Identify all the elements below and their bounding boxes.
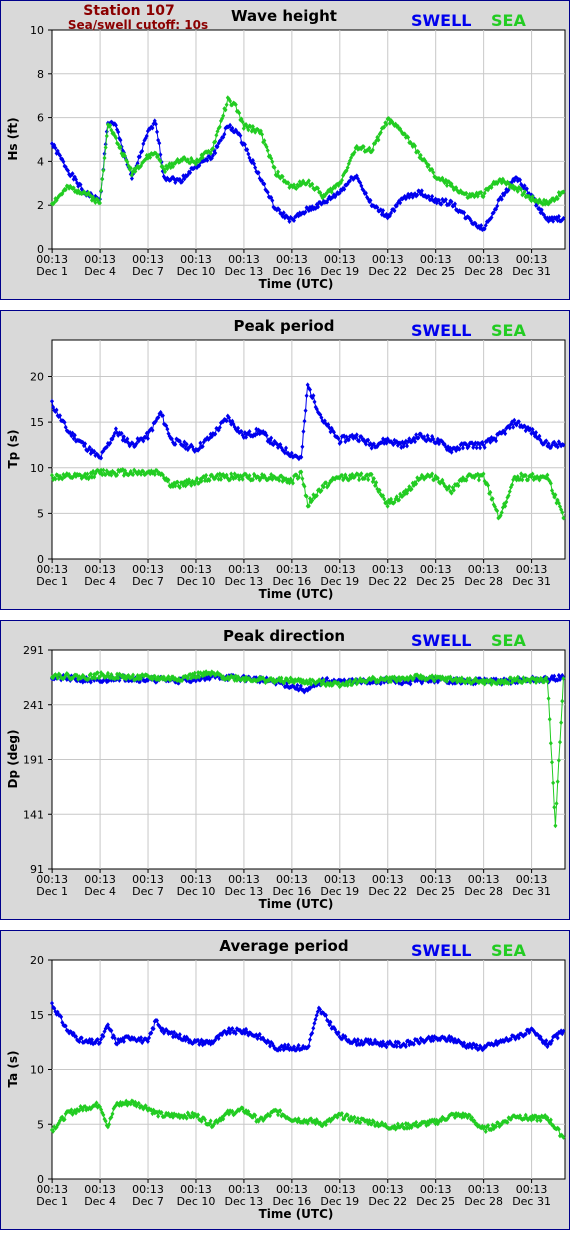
legend-sea: SEA (491, 321, 526, 340)
x-tick-date: Dec 7 (132, 1195, 164, 1208)
y-tick-label: 241 (23, 699, 44, 712)
legend-sea: SEA (491, 941, 526, 960)
y-tick-label: 8 (37, 68, 44, 81)
legend-sea: SEA (491, 11, 526, 30)
y-tick-label: 20 (30, 371, 44, 384)
x-tick-date: Dec 28 (464, 885, 503, 898)
y-axis-label: Hs (ft) (6, 117, 20, 161)
x-tick-date: Dec 22 (368, 885, 407, 898)
wave-height-chart: 024681000:13Dec 100:13Dec 400:13Dec 700:… (30, 24, 566, 278)
x-tick-date: Dec 4 (84, 885, 116, 898)
x-tick-date: Dec 31 (512, 1195, 551, 1208)
peak-period-panel: 0 5 10 15 20 00:13 Dec 1 00:13 Dec 4 00:13 Dec 7 00… (0, 310, 570, 610)
y-tick-label: 6 (37, 112, 44, 125)
y-axis-label: Tp (s) (6, 429, 20, 469)
x-tick-date: Dec 28 (464, 265, 503, 278)
x-tick-date: Dec 10 (177, 575, 216, 588)
x-tick-date: Dec 22 (368, 575, 407, 588)
y-tick-label: 10 (30, 462, 44, 475)
x-axis-label: Time (UTC) (258, 587, 334, 601)
y-tick-label: 15 (30, 416, 44, 429)
wave-height-panel: 0 2 4 6 8 10 00:13 Dec 1 00:13 Dec 4 00:13 Dec 7 00:… (0, 0, 570, 300)
x-tick-date: Dec 25 (416, 265, 455, 278)
legend-swell: SWELL (411, 321, 472, 340)
x-tick-date: Dec 25 (416, 575, 455, 588)
chart-title: Peak period (233, 317, 335, 335)
x-tick-date: Dec 4 (84, 265, 116, 278)
y-tick-label: 5 (37, 507, 44, 520)
x-tick-date: Dec 1 (36, 265, 68, 278)
x-tick-date: Dec 10 (177, 885, 216, 898)
y-tick-label: 141 (23, 808, 44, 821)
x-tick-date: Dec 7 (132, 575, 164, 588)
x-tick-date: Dec 28 (464, 575, 503, 588)
x-tick-date: Dec 10 (177, 265, 216, 278)
peak-direction-chart: 9114119124129100:13Dec 100:13Dec 400:13D… (23, 644, 566, 898)
y-tick-label: 5 (37, 1118, 44, 1131)
y-tick-label: 4 (37, 155, 44, 168)
x-tick-date: Dec 25 (416, 1195, 455, 1208)
x-tick-date: Dec 25 (416, 885, 455, 898)
average-period-panel: 0 5 10 15 20 00:13 Dec 1 00:13 Dec 4 00:13 Dec 7 00… (0, 930, 570, 1230)
x-tick-date: Dec 22 (368, 1195, 407, 1208)
y-tick-label: 291 (23, 644, 44, 657)
peak-period-chart: 0510152000:13Dec 100:13Dec 400:13Dec 700… (30, 339, 566, 588)
x-tick-date: Dec 4 (84, 575, 116, 588)
x-tick-date: Dec 1 (36, 1195, 68, 1208)
y-tick-label: 15 (30, 1009, 44, 1022)
y-axis-label: Dp (deg) (6, 729, 20, 789)
x-tick-date: Dec 1 (36, 885, 68, 898)
chart-title: Average period (219, 937, 349, 955)
y-tick-label: 10 (30, 24, 44, 37)
y-tick-label: 191 (23, 754, 44, 767)
x-tick-date: Dec 1 (36, 575, 68, 588)
legend-swell: SWELL (411, 631, 472, 650)
average-period-chart: 0510152000:13Dec 100:13Dec 400:13Dec 700… (30, 954, 566, 1208)
x-tick-date: Dec 31 (512, 575, 551, 588)
y-axis-label: Ta (s) (6, 1050, 20, 1088)
chart-title: Peak direction (222, 627, 346, 645)
x-tick-date: Dec 22 (368, 265, 407, 278)
y-tick-label: 2 (37, 199, 44, 212)
x-tick-date: Dec 31 (512, 265, 551, 278)
plot-area (51, 29, 566, 250)
x-tick-date: Dec 7 (132, 265, 164, 278)
x-tick-date: Dec 4 (84, 1195, 116, 1208)
x-tick-date: Dec 31 (512, 885, 551, 898)
x-tick-date: Dec 28 (464, 1195, 503, 1208)
plot-area (51, 339, 566, 560)
x-tick-date: Dec 10 (177, 1195, 216, 1208)
peak-direction-panel: 91 141 191 241 291 00:13 Dec 1 00:13 Dec 4 00:13 D… (0, 620, 570, 920)
y-tick-label: 10 (30, 1064, 44, 1077)
legend-swell: SWELL (411, 941, 472, 960)
x-axis-label: Time (UTC) (258, 1207, 334, 1221)
y-tick-label: 20 (30, 954, 44, 967)
station-name: Station 107 (83, 3, 175, 19)
legend-swell: SWELL (411, 11, 472, 30)
chart-title: Wave height (231, 7, 337, 25)
x-axis-label: Time (UTC) (258, 897, 334, 911)
x-tick-date: Dec 7 (132, 885, 164, 898)
legend-sea: SEA (491, 631, 526, 650)
x-axis-label: Time (UTC) (258, 277, 334, 291)
